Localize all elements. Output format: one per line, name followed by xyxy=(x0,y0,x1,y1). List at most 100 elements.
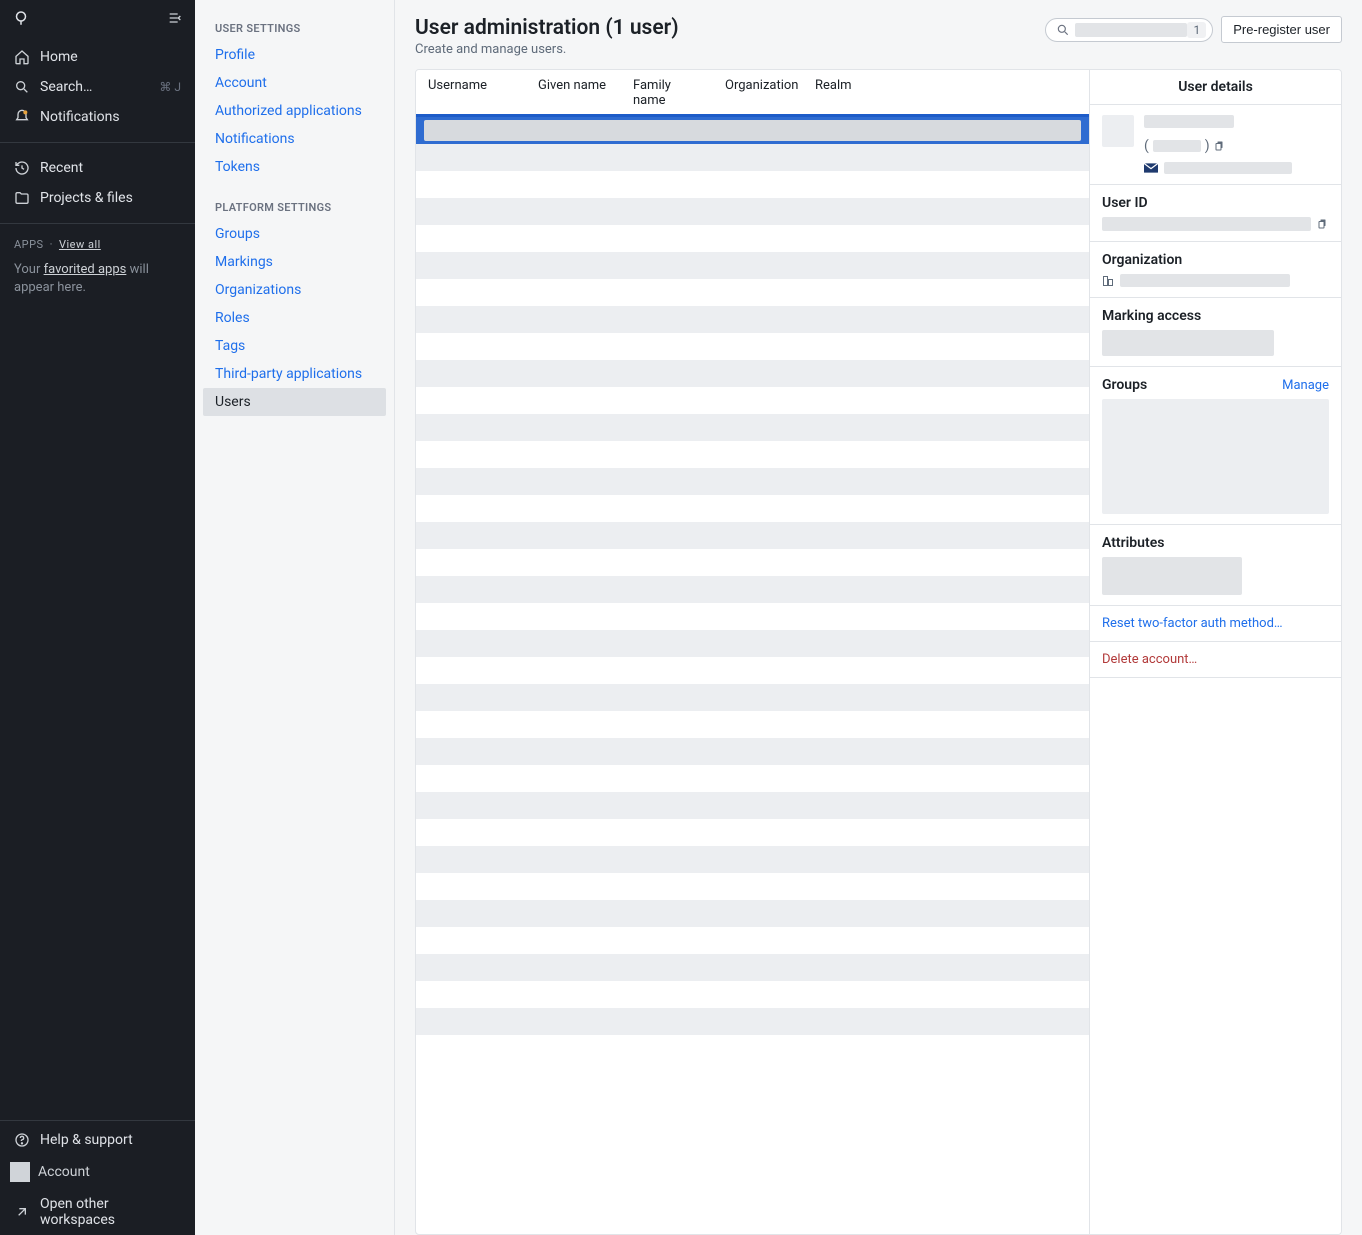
apps-header: APPS · View all xyxy=(0,228,195,255)
nav-recent[interactable]: Recent xyxy=(0,153,195,183)
table-row[interactable] xyxy=(416,657,1089,684)
help-icon xyxy=(14,1132,30,1148)
table-row[interactable] xyxy=(416,171,1089,198)
settings-markings[interactable]: Markings xyxy=(203,248,386,276)
nav-recent-label: Recent xyxy=(40,160,83,176)
table-row[interactable] xyxy=(416,576,1089,603)
settings-third-party[interactable]: Third-party applications xyxy=(203,360,386,388)
favorited-apps-link[interactable]: favorited apps xyxy=(44,262,127,277)
nav-help-label: Help & support xyxy=(40,1132,133,1148)
search-shortcut: ⌘ J xyxy=(159,80,181,94)
table-row[interactable] xyxy=(416,873,1089,900)
col-given-name[interactable]: Given name xyxy=(526,70,621,116)
settings-authorized-apps[interactable]: Authorized applications xyxy=(203,97,386,125)
table-row[interactable] xyxy=(416,306,1089,333)
table-row[interactable] xyxy=(416,549,1089,576)
col-username[interactable]: Username xyxy=(416,70,526,116)
user-search-box[interactable]: 1 xyxy=(1045,18,1213,42)
col-family-name[interactable]: Family name xyxy=(621,70,713,116)
col-organization[interactable]: Organization xyxy=(713,70,803,116)
collapse-sidebar-icon[interactable] xyxy=(167,10,183,26)
settings-notifications[interactable]: Notifications xyxy=(203,125,386,153)
table-row[interactable] xyxy=(416,765,1089,792)
main-content: User administration (1 user) Create and … xyxy=(395,0,1362,1235)
settings-tokens[interactable]: Tokens xyxy=(203,153,386,181)
table-row[interactable] xyxy=(416,468,1089,495)
nav-help[interactable]: Help & support xyxy=(0,1125,195,1155)
table-row[interactable] xyxy=(416,738,1089,765)
table-row[interactable] xyxy=(416,819,1089,846)
table-row[interactable] xyxy=(416,927,1089,954)
user-username xyxy=(1153,140,1201,152)
table-row[interactable] xyxy=(416,954,1089,981)
user-avatar xyxy=(1102,115,1134,147)
table-row[interactable] xyxy=(416,522,1089,549)
sidebar-primary: Home Search… ⌘ J Notifications Recent Pr… xyxy=(0,0,195,1235)
users-table: Username Given name Family name Organiza… xyxy=(416,70,1089,1234)
email-icon xyxy=(1144,163,1158,173)
bell-icon xyxy=(14,109,30,125)
page-subtitle: Create and manage users. xyxy=(415,42,679,57)
user-email xyxy=(1164,162,1292,174)
app-logo xyxy=(12,9,30,27)
platform-settings-heading: PLATFORM SETTINGS xyxy=(203,193,386,220)
settings-organizations[interactable]: Organizations xyxy=(203,276,386,304)
table-row[interactable] xyxy=(416,792,1089,819)
search-icon xyxy=(14,79,30,95)
reset-2fa-link[interactable]: Reset two-factor auth method… xyxy=(1090,606,1341,642)
table-row[interactable] xyxy=(416,441,1089,468)
table-row[interactable] xyxy=(416,711,1089,738)
details-organization: Organization xyxy=(1090,242,1341,298)
nav-home-label: Home xyxy=(40,49,78,65)
table-row[interactable] xyxy=(416,981,1089,1008)
manage-groups-link[interactable]: Manage xyxy=(1282,378,1329,393)
nav-notifications[interactable]: Notifications xyxy=(0,102,195,132)
table-row[interactable] xyxy=(416,198,1089,225)
table-row[interactable] xyxy=(416,387,1089,414)
nav-projects-label: Projects & files xyxy=(40,190,133,206)
details-header: User details xyxy=(1090,70,1341,105)
table-row[interactable] xyxy=(416,900,1089,927)
table-row[interactable] xyxy=(416,333,1089,360)
table-row[interactable] xyxy=(416,360,1089,387)
table-row[interactable] xyxy=(416,684,1089,711)
user-id-value xyxy=(1102,217,1311,231)
search-result-count: 1 xyxy=(1187,22,1206,38)
user-search-input[interactable] xyxy=(1075,23,1187,37)
copy-username-icon[interactable] xyxy=(1214,139,1226,153)
nav-projects[interactable]: Projects & files xyxy=(0,183,195,213)
groups-list xyxy=(1102,399,1329,514)
table-row[interactable] xyxy=(416,117,1089,144)
details-attributes: Attributes xyxy=(1090,525,1341,606)
table-row[interactable] xyxy=(416,495,1089,522)
table-row[interactable] xyxy=(416,1008,1089,1035)
external-icon xyxy=(14,1204,30,1220)
table-row[interactable] xyxy=(416,144,1089,171)
nav-search[interactable]: Search… ⌘ J xyxy=(0,72,195,102)
table-row[interactable] xyxy=(416,252,1089,279)
settings-groups[interactable]: Groups xyxy=(203,220,386,248)
user-details-panel: User details ( ) xyxy=(1089,70,1341,1234)
settings-tags[interactable]: Tags xyxy=(203,332,386,360)
settings-users[interactable]: Users xyxy=(203,388,386,416)
table-row[interactable] xyxy=(416,279,1089,306)
delete-account-link[interactable]: Delete account… xyxy=(1090,642,1341,678)
table-row[interactable] xyxy=(416,630,1089,657)
settings-profile[interactable]: Profile xyxy=(203,41,386,69)
copy-user-id-icon[interactable] xyxy=(1317,217,1329,231)
col-realm[interactable]: Realm xyxy=(803,70,1089,116)
table-row[interactable] xyxy=(416,846,1089,873)
view-all-apps-link[interactable]: View all xyxy=(59,238,101,251)
nav-account[interactable]: Account xyxy=(0,1155,195,1189)
table-row[interactable] xyxy=(416,414,1089,441)
settings-roles[interactable]: Roles xyxy=(203,304,386,332)
settings-account[interactable]: Account xyxy=(203,69,386,97)
details-user-id: User ID xyxy=(1090,185,1341,242)
table-row[interactable] xyxy=(416,225,1089,252)
nav-home[interactable]: Home xyxy=(0,42,195,72)
details-marking-access: Marking access xyxy=(1090,298,1341,367)
preregister-user-button[interactable]: Pre-register user xyxy=(1221,16,1342,43)
table-row[interactable] xyxy=(416,603,1089,630)
account-avatar xyxy=(10,1162,30,1182)
nav-open-workspaces[interactable]: Open other workspaces xyxy=(0,1189,195,1235)
